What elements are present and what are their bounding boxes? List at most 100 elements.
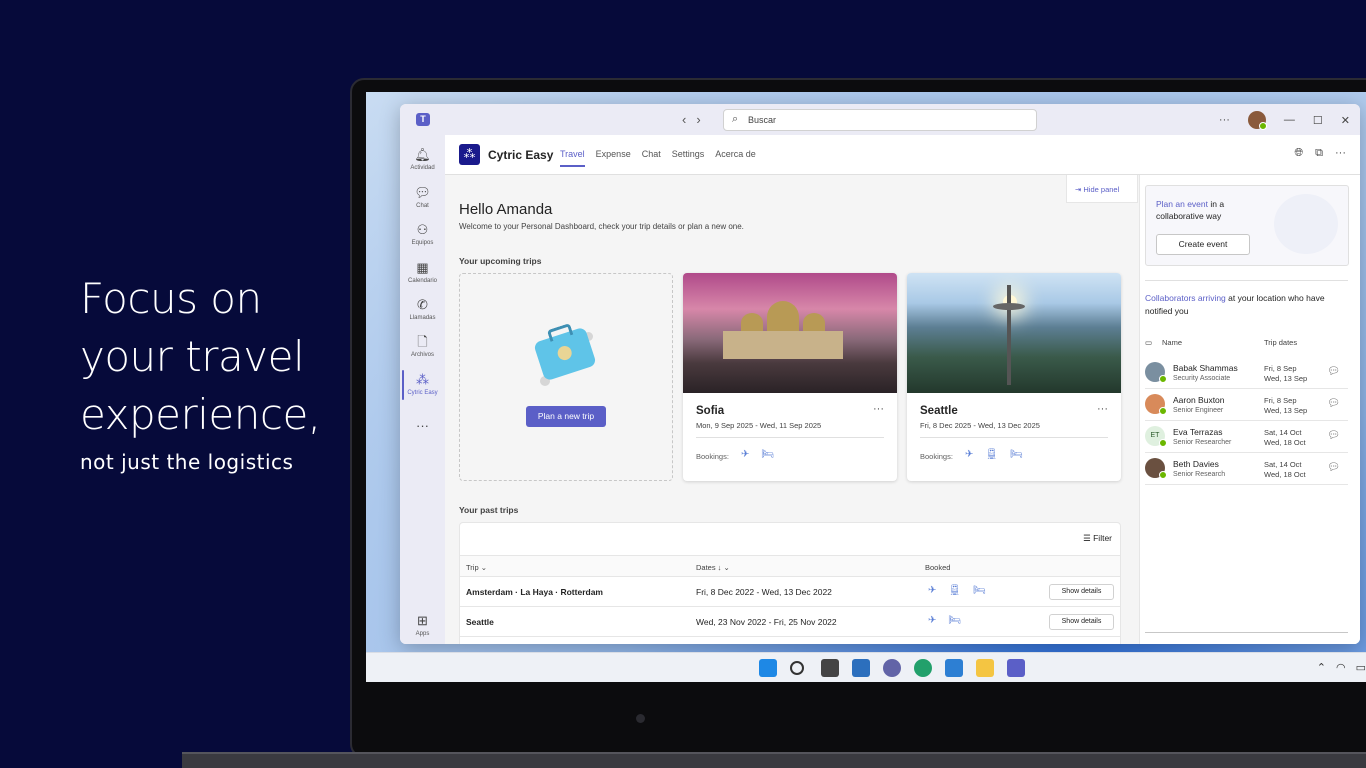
trip-card-seattle[interactable]: Seattle ··· Fri, 8 Dec 2025 - Wed, 13 De… <box>907 273 1121 481</box>
rail-item-label: Cytric Easy <box>407 390 438 396</box>
apps-icon: ⊞ <box>417 613 428 628</box>
trip-dates: Fri, 8 Dec 2022 - Wed, 13 Dec 2022 <box>696 587 832 597</box>
show-details-button[interactable]: Show details <box>1049 614 1114 630</box>
past-trips-title: Your past trips <box>459 505 519 515</box>
column-trip[interactable]: Trip ⌄ <box>466 563 487 572</box>
rail-more-apps[interactable]: ··· <box>400 418 445 436</box>
booked-icons: ✈︎ 🚆︎ 🛏︎ <box>928 585 986 596</box>
laptop-screen: T ‹› ⌕ Buscar ··· — ☐ ✕ 🔔︎ Actividad 💬︎ … <box>366 92 1366 682</box>
chat-icon[interactable]: 💬︎ <box>1327 366 1340 377</box>
more-options-icon: ··· <box>416 418 429 433</box>
chat-icon[interactable]: 💬︎ <box>1327 430 1340 441</box>
divider <box>920 437 1108 438</box>
show-details-button[interactable]: Show details <box>1049 584 1114 600</box>
rail-item-llamadas[interactable]: ✆ Llamadas <box>400 297 445 321</box>
search-icon[interactable] <box>790 661 804 675</box>
more-options-icon[interactable]: ··· <box>1219 114 1230 126</box>
trip-card-sofia[interactable]: Sofia ··· Mon, 9 Sep 2025 - Wed, 11 Sep … <box>683 273 897 481</box>
table-header: Trip ⌄ Dates ↓ ⌄ Booked <box>460 555 1120 577</box>
table-row: Amsterdam · La Haya · Rotterdam Fri, 8 D… <box>460 577 1120 607</box>
flight-icon: ✈︎ <box>965 449 974 460</box>
chat-icon[interactable]: 💬︎ <box>1327 398 1340 409</box>
teams-window: T ‹› ⌕ Buscar ··· — ☐ ✕ 🔔︎ Actividad 💬︎ … <box>400 104 1360 644</box>
hide-panel-label: Hide panel <box>1083 185 1120 194</box>
avatar <box>1145 394 1167 415</box>
trip-name: Seattle <box>466 617 494 627</box>
plan-new-trip-button[interactable]: Plan a new trip <box>526 406 606 427</box>
search-icon: ⌕ <box>732 113 739 125</box>
rail-item-label: Llamadas <box>409 315 436 321</box>
teams-icon[interactable] <box>1007 659 1025 677</box>
tab-travel[interactable]: Travel <box>560 149 585 167</box>
collaborator-row[interactable]: Babak Shammas Security Associate Fri, 8 … <box>1145 357 1348 389</box>
column-name: Name <box>1162 338 1183 347</box>
forward-arrow-icon[interactable]: › <box>696 112 710 127</box>
filter-label: Filter <box>1093 533 1112 543</box>
tab-expense[interactable]: Expense <box>596 149 631 167</box>
plan-event-link[interactable]: Plan an event <box>1156 199 1208 209</box>
person-name: Eva Terrazas <box>1173 427 1223 437</box>
title-bar: T ‹› ⌕ Buscar ··· — ☐ ✕ <box>400 104 1360 135</box>
tab-acerca-de[interactable]: Acerca de <box>715 149 756 167</box>
rail-item-cytric-easy[interactable]: ⁂ Cytric Easy <box>400 370 445 400</box>
person-dates: Sat, 14 Oct Wed, 18 Oct <box>1264 460 1306 479</box>
column-dates[interactable]: Dates ↓ ⌄ <box>696 563 730 572</box>
rail-item-archivos[interactable]: 🗋 Archivos <box>400 334 445 358</box>
widgets-icon[interactable] <box>852 659 870 677</box>
collaborator-row[interactable]: ET Eva Terrazas Senior Researcher Sat, 1… <box>1145 421 1348 453</box>
booked-icons: ✈︎ 🛏︎ <box>928 615 961 626</box>
collaborators-link[interactable]: Collaborators arriving <box>1145 293 1226 303</box>
tab-chat[interactable]: Chat <box>642 149 661 167</box>
tab-settings[interactable]: Settings <box>672 149 705 167</box>
chat-icon[interactable] <box>883 659 901 677</box>
chat-icon[interactable]: 💬︎ <box>1327 462 1340 473</box>
chevron-up-icon[interactable]: ⌃ <box>1317 661 1326 674</box>
person-name: Babak Shammas <box>1173 363 1238 373</box>
collaborator-row[interactable]: Beth Davies Senior Research Sat, 14 Oct W… <box>1145 453 1348 485</box>
battery-icon[interactable]: ▭ <box>1356 661 1366 674</box>
rail-item-label: Archivos <box>410 352 434 358</box>
person-role: Security Associate <box>1173 375 1231 382</box>
trip-more-icon[interactable]: ··· <box>873 403 884 415</box>
rail-item-actividad[interactable]: 🔔︎ Actividad <box>400 147 445 171</box>
filter-button[interactable]: ☰ Filter <box>1083 533 1112 544</box>
collaborator-row[interactable]: Aaron Buxton Senior Engineer Fri, 8 Sep W… <box>1145 389 1348 421</box>
store-icon[interactable] <box>945 659 963 677</box>
person-name: Beth Davies <box>1173 459 1219 469</box>
minimize-icon[interactable]: — <box>1284 114 1295 126</box>
column-trip-dates: Trip dates <box>1264 338 1298 347</box>
more-options-icon[interactable]: ··· <box>1335 147 1346 160</box>
rail-item-label: Equipos <box>411 240 434 246</box>
column-booked: Booked <box>925 563 951 572</box>
upcoming-trips-title: Your upcoming trips <box>459 256 542 266</box>
system-tray: ⌃ ◠ ▭ <box>1317 661 1366 674</box>
bookings-label: Bookings: <box>696 452 729 461</box>
back-arrow-icon[interactable]: ‹ <box>682 112 696 127</box>
create-event-button[interactable]: Create event <box>1156 234 1250 255</box>
phone-icon: ✆ <box>417 297 428 312</box>
app-tabs: Travel Expense Chat Settings Acerca de <box>560 149 756 167</box>
search-input[interactable]: ⌕ Buscar <box>723 109 1037 131</box>
rail-item-chat[interactable]: 💬︎ Chat <box>400 185 445 209</box>
rail-item-apps[interactable]: ⊞ Apps <box>400 613 445 637</box>
folder-icon[interactable] <box>976 659 994 677</box>
cytric-icon: ⁂ <box>416 372 429 387</box>
maximize-icon[interactable]: ☐ <box>1313 114 1323 127</box>
rail-item-equipos[interactable]: ⚇ Equipos <box>400 222 445 246</box>
edge-icon[interactable] <box>914 659 932 677</box>
start-icon[interactable] <box>759 659 777 677</box>
teams-icon: ⚇ <box>416 222 429 237</box>
user-avatar[interactable] <box>1247 111 1267 130</box>
globe-icon[interactable]: 🌐︎ <box>1294 147 1303 160</box>
wifi-icon[interactable]: ◠ <box>1336 661 1346 674</box>
hide-panel-button[interactable]: ⇥ Hide panel <box>1066 175 1138 203</box>
trip-more-icon[interactable]: ··· <box>1097 403 1108 415</box>
collaborators-text: Collaborators arriving at your location … <box>1145 292 1351 318</box>
task-view-icon[interactable] <box>821 659 839 677</box>
suitcase-icon <box>533 326 597 382</box>
popout-icon[interactable]: ⧉ <box>1315 147 1323 160</box>
close-icon[interactable]: ✕ <box>1341 114 1350 127</box>
rail-item-calendario[interactable]: ▦ Calendario <box>400 260 445 284</box>
person-dates: Fri, 8 Sep Wed, 13 Sep <box>1264 364 1308 383</box>
teams-logo-icon: T <box>416 113 430 126</box>
